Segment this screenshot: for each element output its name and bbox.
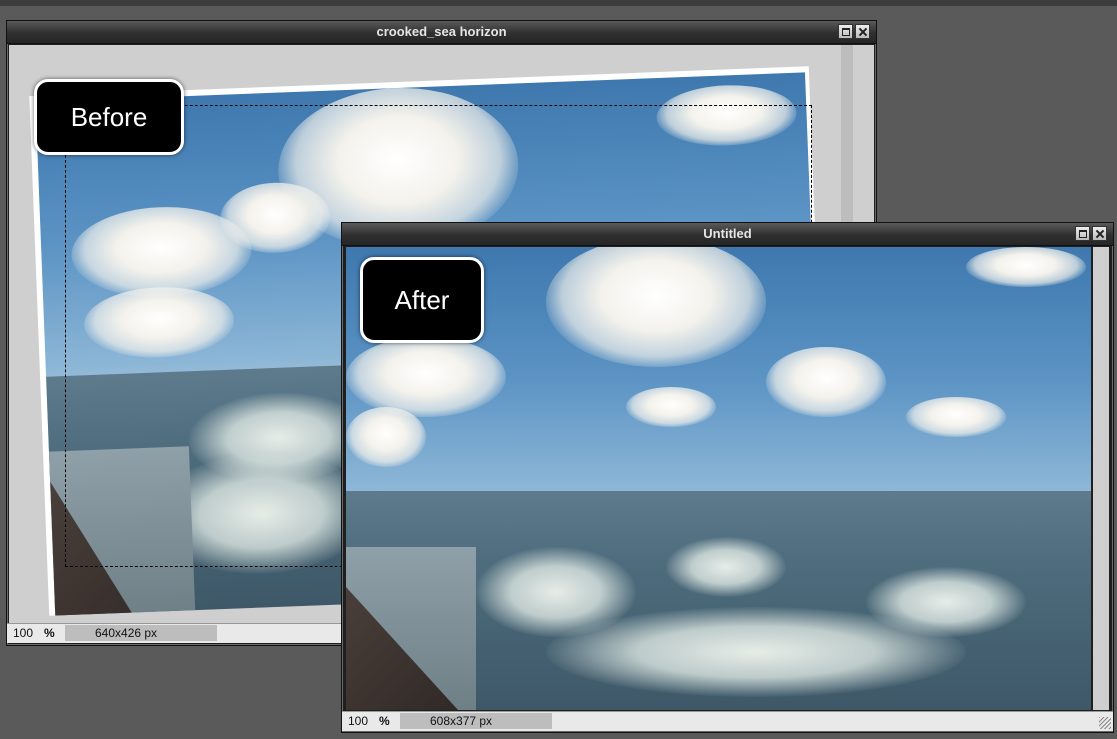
image-dimensions: 640x426 px (65, 625, 217, 641)
before-label-badge: Before (34, 79, 184, 155)
before-window-title: crooked_sea horizon (376, 24, 507, 39)
resize-grip-icon[interactable] (1099, 717, 1111, 729)
zoom-level[interactable]: 100 (348, 714, 368, 728)
after-window-title: Untitled (703, 226, 752, 241)
close-icon[interactable] (855, 24, 870, 39)
after-document-window[interactable]: Untitled After 100 % 608x377 px (341, 222, 1114, 733)
app-top-bar (0, 0, 1117, 6)
after-status-bar: 100 % 608x377 px (342, 711, 1113, 731)
maximize-icon[interactable] (1075, 226, 1090, 241)
after-label-badge: After (360, 257, 484, 343)
image-dimensions: 608x377 px (400, 713, 552, 729)
maximize-icon[interactable] (838, 24, 853, 39)
zoom-unit: % (379, 714, 390, 728)
after-photo: After (346, 247, 1091, 710)
zoom-level[interactable]: 100 (13, 626, 33, 640)
vertical-scrollbar[interactable] (1093, 247, 1109, 710)
after-window-titlebar[interactable]: Untitled (342, 223, 1113, 246)
close-icon[interactable] (1092, 226, 1107, 241)
before-window-titlebar[interactable]: crooked_sea horizon (7, 21, 876, 44)
zoom-unit: % (44, 626, 55, 640)
